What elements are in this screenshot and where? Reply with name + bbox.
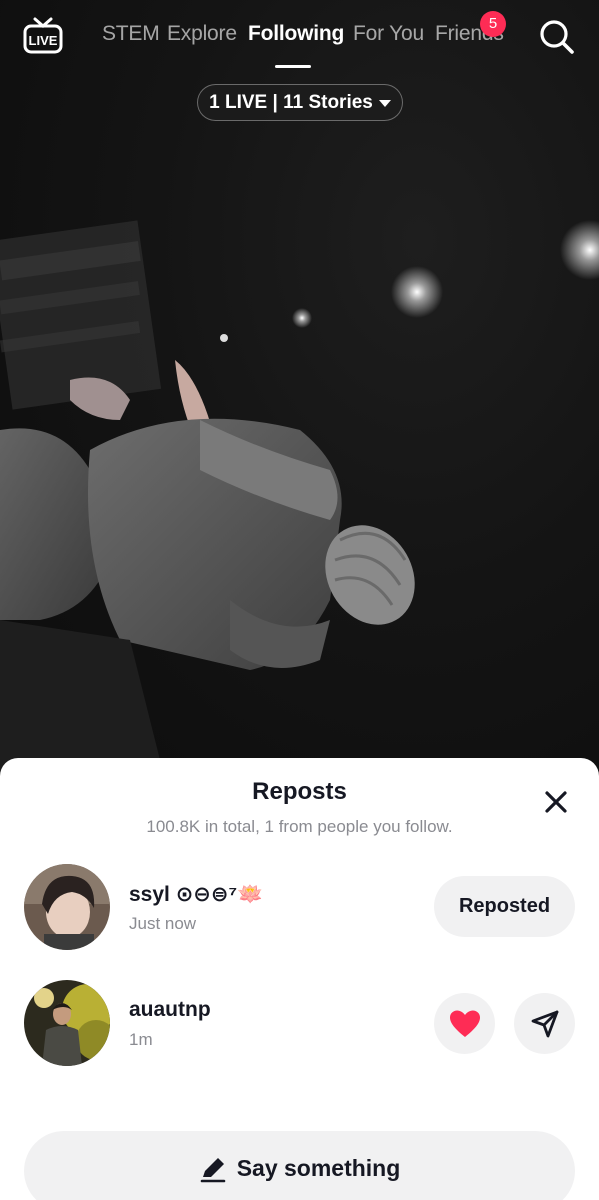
comment-placeholder: Say something (236, 1155, 401, 1181)
list-item[interactable]: auautnp 1m (0, 980, 599, 1070)
username[interactable]: ssyl ⊙⊖⊜⁷🪷 (129, 882, 263, 907)
caret-down-icon (378, 100, 391, 107)
search-icon[interactable] (538, 18, 576, 56)
feed-tabs: STEM Explore Following For You Friends (0, 22, 599, 62)
list-item[interactable]: ssyl ⊙⊖⊜⁷🪷 Just now Reposted (0, 864, 599, 954)
like-button[interactable] (434, 993, 495, 1054)
tab-stem[interactable]: STEM (102, 22, 160, 46)
tab-for-you[interactable]: For You (353, 22, 424, 46)
avatar[interactable] (24, 864, 110, 950)
pencil-icon (200, 1158, 225, 1183)
timestamp: 1m (129, 1030, 153, 1049)
send-icon (531, 1010, 558, 1037)
active-tab-indicator (275, 65, 311, 68)
close-icon[interactable] (540, 786, 572, 818)
send-button[interactable] (514, 993, 575, 1054)
top-nav: LIVE STEM Explore Following For You Frie… (0, 0, 599, 80)
heart-icon (449, 1010, 480, 1037)
timestamp: Just now (129, 914, 197, 933)
screen: LIVE STEM Explore Following For You Frie… (0, 0, 599, 1200)
comment-input[interactable]: Say something (24, 1131, 575, 1200)
stories-selector[interactable]: 1 LIVE | 11 Stories (197, 84, 403, 121)
tab-following[interactable]: Following (248, 22, 344, 46)
stories-label: 1 LIVE | 11 Stories (209, 91, 373, 113)
avatar[interactable] (24, 980, 110, 1066)
username[interactable]: auautnp (129, 998, 211, 1022)
reposted-button[interactable]: Reposted (434, 876, 575, 937)
sheet-subtitle: 100.8K in total, 1 from people you follo… (146, 817, 453, 836)
friends-notification-badge: 5 (480, 11, 506, 37)
reposts-sheet: Reposts 100.8K in total, 1 from people y… (0, 758, 599, 1200)
sheet-title: Reposts (252, 778, 347, 805)
tab-explore[interactable]: Explore (167, 22, 237, 46)
